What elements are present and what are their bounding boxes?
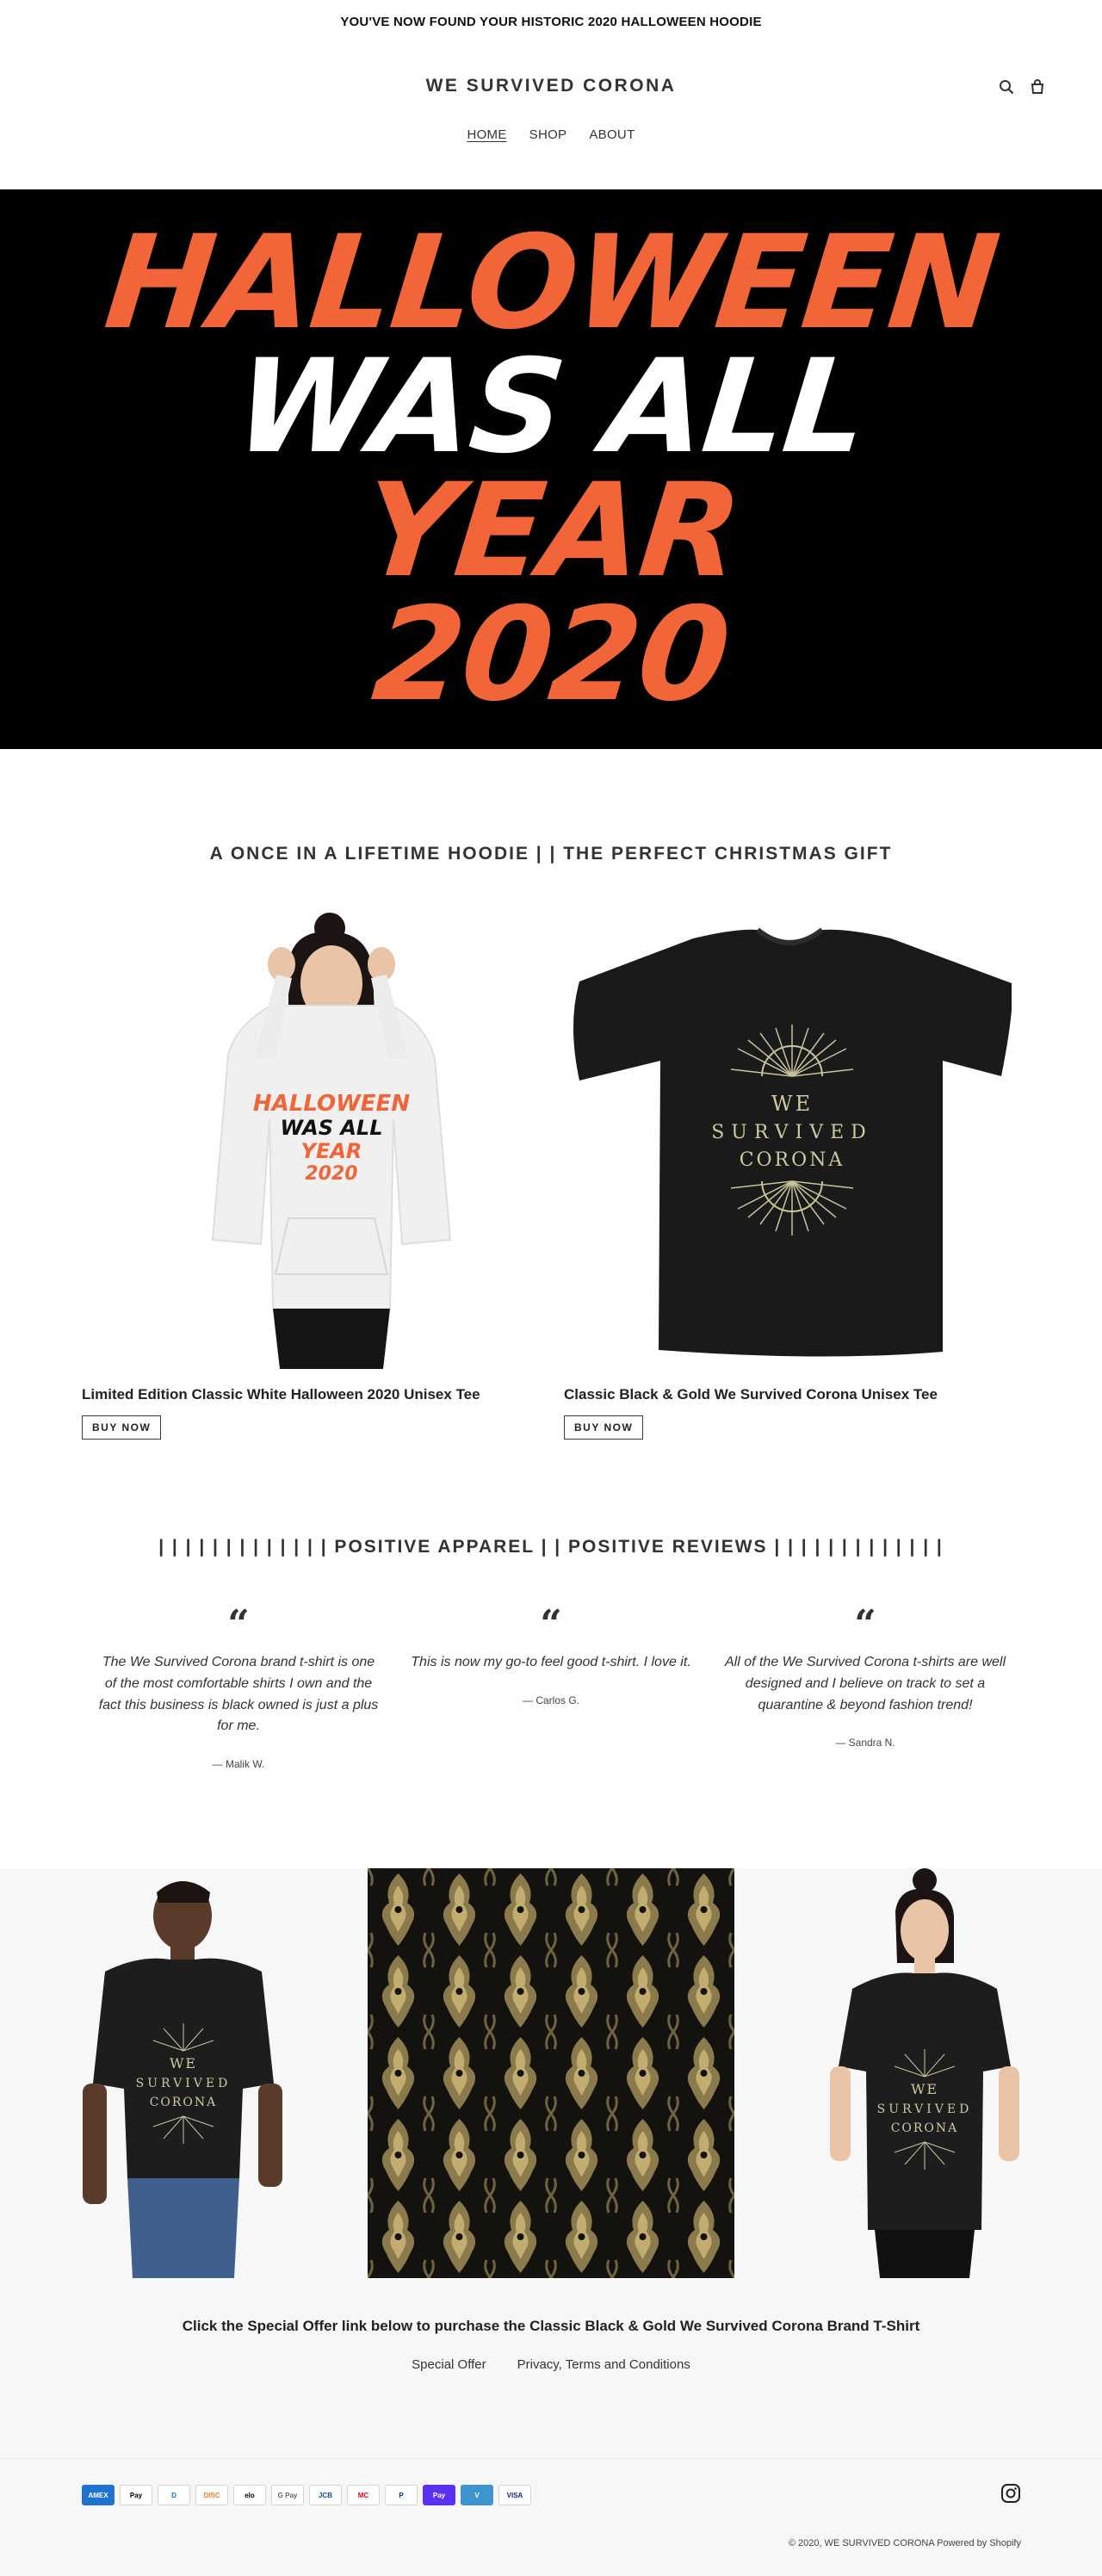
announcement-bar[interactable]: YOU'VE NOW FOUND YOUR HISTORIC 2020 HALL… bbox=[0, 0, 1102, 43]
payment-icon: D bbox=[158, 2485, 190, 2505]
gallery-section: WE SURVIVED CORONA WE SURVIVED CORONA Cl… bbox=[0, 1868, 1102, 2458]
privacy-terms-link[interactable]: Privacy, Terms and Conditions bbox=[517, 2357, 690, 2372]
footer-links: Special Offer Privacy, Terms and Conditi… bbox=[0, 2357, 1102, 2372]
gallery-image-man: WE SURVIVED CORONA bbox=[71, 1868, 294, 2278]
product-image-black-tee[interactable]: WE SURVIVED CORONA bbox=[564, 904, 1012, 1369]
hoodie-print-line-2: WAS ALL bbox=[281, 1116, 383, 1140]
payment-icon: JCB bbox=[309, 2485, 342, 2505]
nav-shop[interactable]: SHOP bbox=[529, 127, 567, 142]
payment-icon: AMEX bbox=[82, 2485, 115, 2505]
hero-line-was-all: WAS ALL bbox=[228, 332, 873, 482]
hoodie-print-line-3: YEAR bbox=[301, 1139, 362, 1163]
payment-icon: Pay bbox=[423, 2485, 455, 2505]
review-text: All of the We Survived Corona t-shirts a… bbox=[724, 1655, 1006, 1712]
payment-icon: VISA bbox=[498, 2485, 531, 2505]
review-text: The We Survived Corona brand t-shirt is … bbox=[98, 1655, 379, 1734]
hero-line-halloween: HALLOWEEN bbox=[98, 208, 1004, 358]
payment-icon: P bbox=[385, 2485, 418, 2505]
payment-icon: elo bbox=[233, 2485, 266, 2505]
review-author: — Carlos G. bbox=[522, 1694, 579, 1706]
payment-icons: AMEX Pay D DISC elo G Pay JCB MC P Pay V VISA bbox=[82, 2485, 531, 2505]
review-card: “ The We Survived Corona brand t-shirt i… bbox=[96, 1602, 381, 1771]
nav-about[interactable]: ABOUT bbox=[589, 127, 635, 142]
review-author: — Sandra N. bbox=[835, 1737, 895, 1749]
payment-icon: DISC bbox=[195, 2485, 228, 2505]
quote-icon: “ bbox=[227, 1602, 250, 1646]
site-footer: AMEX Pay D DISC elo G Pay JCB MC P Pay V VISA © 202… bbox=[0, 2458, 1102, 2576]
tee-print-line-2: SURVIVED bbox=[711, 1122, 873, 1143]
hero-line-2020: 2020 bbox=[367, 580, 735, 730]
site-logo[interactable]: WE SURVIVED CORONA bbox=[0, 76, 1102, 96]
gallery-print-line-2: SURVIVED bbox=[877, 2102, 973, 2116]
header-icons bbox=[999, 79, 1045, 99]
product-title[interactable]: Limited Edition Classic White Halloween … bbox=[82, 1386, 529, 1403]
announcement-text: YOU'VE NOW FOUND YOUR HISTORIC 2020 HALL… bbox=[340, 14, 762, 29]
review-card: “ All of the We Survived Corona t-shirts… bbox=[723, 1606, 1007, 1749]
gallery-image-woman: WE SURVIVED CORONA bbox=[818, 1868, 1025, 2278]
page: YOU'VE NOW FOUND YOUR HISTORIC 2020 HALL… bbox=[0, 0, 1102, 2576]
payment-icon: V bbox=[461, 2485, 493, 2505]
gallery-print-line-1: WE bbox=[170, 2055, 197, 2071]
payment-icon: G Pay bbox=[271, 2485, 304, 2505]
gallery-image-gold-damask bbox=[368, 1868, 734, 2278]
special-offer-link[interactable]: Special Offer bbox=[412, 2357, 486, 2372]
site-header: WE SURVIVED CORONA HOME SHOP ABOUT bbox=[0, 43, 1102, 189]
copyright-text: © 2020, WE SURVIVED CORONA Powered by Sh… bbox=[788, 2538, 1021, 2548]
hoodie-print-line-4: 2020 bbox=[305, 1163, 357, 1185]
tee-print-line-1: WE bbox=[771, 1092, 813, 1116]
product-image-white-hoodie[interactable]: HALLOWEEN WAS ALL YEAR 2020 bbox=[82, 904, 529, 1369]
product-title[interactable]: Classic Black & Gold We Survived Corona … bbox=[564, 1386, 1012, 1403]
gallery-print-line-1: WE bbox=[911, 2081, 938, 2097]
payment-icon: MC bbox=[347, 2485, 380, 2505]
search-icon[interactable] bbox=[999, 79, 1014, 99]
instagram-icon[interactable] bbox=[1000, 2483, 1021, 2508]
quote-icon: “ bbox=[854, 1602, 876, 1646]
gallery-print-line-3: CORONA bbox=[891, 2121, 959, 2135]
buy-now-button[interactable]: BUY NOW bbox=[564, 1415, 644, 1440]
product-card-white-halloween[interactable]: HALLOWEEN WAS ALL YEAR 2020 Limited Edit… bbox=[82, 904, 529, 1440]
gallery-print-line-2: SURVIVED bbox=[136, 2077, 232, 2090]
payment-icon: Pay bbox=[120, 2485, 152, 2505]
gallery-print-line-3: CORONA bbox=[150, 2096, 218, 2109]
hero-line-year: YEAR bbox=[356, 456, 746, 606]
product-card-black-gold[interactable]: WE SURVIVED CORONA Classic Black & Gold … bbox=[564, 904, 1012, 1440]
tee-print-line-3: CORONA bbox=[740, 1149, 845, 1171]
review-text: This is now my go-to feel good t-shirt. … bbox=[411, 1655, 691, 1669]
hoodie-print-line-1: HALLOWEEN bbox=[253, 1091, 410, 1117]
reviews-title: | | | | | | | | | | | | | POSITIVE APPAR… bbox=[158, 1537, 944, 1557]
buy-now-button[interactable]: BUY NOW bbox=[82, 1415, 162, 1440]
hero-banner: HALLOWEEN WAS ALL YEAR 2020 bbox=[0, 189, 1102, 749]
review-card: “ This is now my go-to feel good t-shirt… bbox=[409, 1606, 693, 1706]
quote-icon: “ bbox=[540, 1602, 562, 1646]
nav-home[interactable]: HOME bbox=[467, 127, 506, 142]
special-offer-text: Click the Special Offer link below to pu… bbox=[182, 2318, 920, 2334]
featured-title: A ONCE IN A LIFETIME HOODIE | | THE PERF… bbox=[209, 844, 893, 864]
review-author: — Malik W. bbox=[212, 1758, 265, 1771]
cart-icon[interactable] bbox=[1030, 79, 1045, 99]
main-nav: HOME SHOP ABOUT bbox=[0, 127, 1102, 142]
